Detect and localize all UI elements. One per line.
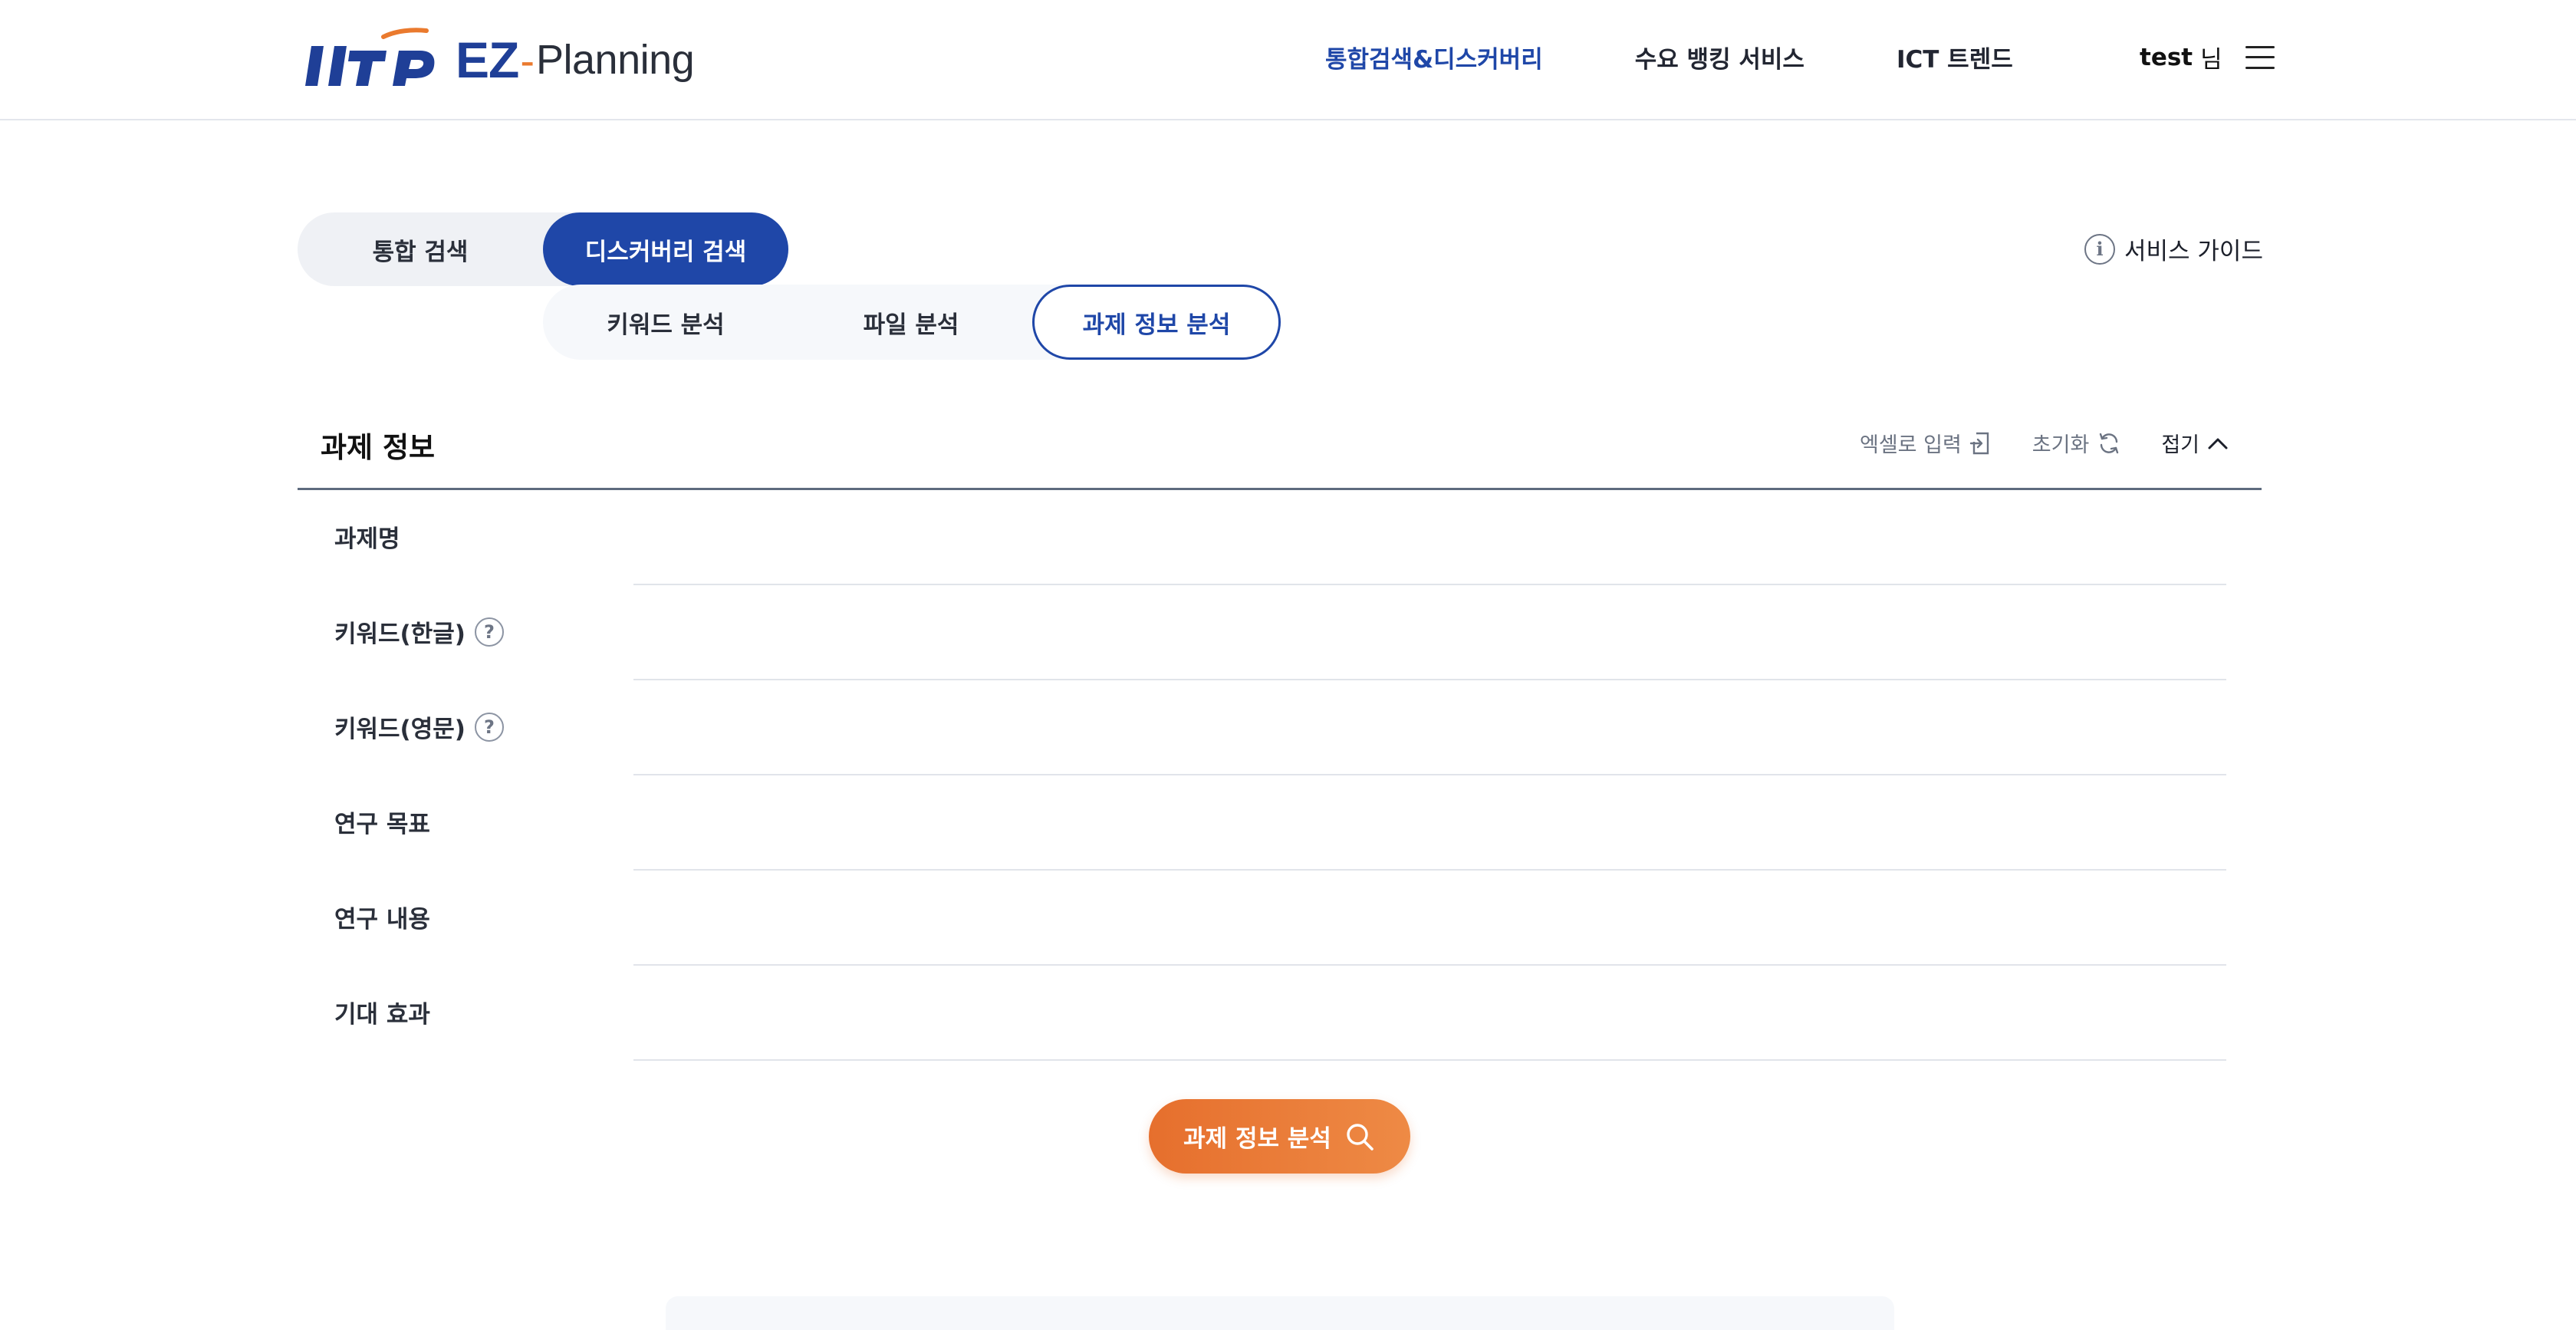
analyze-button-label: 과제 정보 분석	[1183, 1125, 1331, 1153]
brand-dash: -	[520, 35, 535, 84]
label-keyword-en: 키워드(영문)?	[334, 709, 504, 744]
service-guide-link[interactable]: i 서비스 가이드	[2084, 232, 2263, 266]
excel-input-label: 엑셀로 입력	[1860, 433, 1962, 457]
form-row-keyword-en: 키워드(영문)?	[298, 680, 2262, 775]
form-row-expected-effect: 기대 효과	[298, 966, 2262, 1061]
label-expected-effect: 기대 효과	[334, 1001, 430, 1029]
form-row-keyword-ko: 키워드(한글)?	[298, 585, 2262, 680]
fold-label: 접기	[2161, 433, 2200, 457]
info-icon: i	[2084, 233, 2115, 265]
main-nav: 통합검색&디스커버리 수요 뱅킹 서비스 ICT 트렌드	[1325, 40, 2105, 74]
results-panel	[666, 1296, 1894, 1330]
form-row-project-name: 과제명	[298, 490, 2262, 585]
iitp-logo[interactable]: EZ - Planning	[298, 28, 695, 92]
user-name[interactable]: test	[2140, 44, 2193, 71]
tab-discovery-search[interactable]: 디스커버리 검색	[543, 212, 788, 286]
nav-item-ict-trend[interactable]: ICT 트렌드	[1897, 40, 2013, 74]
keyword-en-input[interactable]	[633, 680, 2226, 775]
nav-item-demand-banking[interactable]: 수요 뱅킹 서비스	[1635, 40, 1805, 74]
research-content-input[interactable]	[633, 871, 2226, 966]
label-keyword-ko: 키워드(한글)?	[334, 614, 504, 649]
main-tabs: 통합 검색 디스커버리 검색	[298, 212, 788, 286]
excel-input-button[interactable]: 엑셀로 입력	[1860, 428, 1992, 458]
subtab-project-info-analysis[interactable]: 과제 정보 분석	[1032, 285, 1281, 360]
top-header: EZ - Planning 통합검색&디스커버리 수요 뱅킹 서비스 ICT 트…	[0, 0, 2576, 120]
project-info-analyze-button[interactable]: 과제 정보 분석	[1149, 1099, 1410, 1174]
expected-effect-input[interactable]	[633, 966, 2226, 1061]
brand-planning: Planning	[536, 37, 695, 83]
search-icon	[1344, 1121, 1376, 1153]
reset-button[interactable]: 초기화	[2032, 428, 2122, 458]
nav-item-integrated-search[interactable]: 통합검색&디스커버리	[1325, 40, 1543, 74]
subtab-file-analysis[interactable]: 파일 분석	[788, 285, 1034, 360]
label-research-content: 연구 내용	[334, 906, 430, 933]
form-row-research-goal: 연구 목표	[298, 775, 2262, 871]
tab-integrated-search[interactable]: 통합 검색	[298, 212, 543, 286]
sub-tabs: 키워드 분석 파일 분석 과제 정보 분석	[543, 285, 1281, 360]
file-import-icon	[1969, 431, 1992, 456]
reset-label: 초기화	[2032, 433, 2090, 457]
refresh-icon	[2097, 431, 2121, 456]
project-name-input[interactable]	[633, 490, 2226, 585]
section-actions: 엑셀로 입력 초기화 접기	[1860, 428, 2229, 458]
service-guide-label: 서비스 가이드	[2124, 238, 2263, 265]
chevron-up-icon	[2207, 436, 2229, 451]
section-title: 과제 정보	[321, 431, 436, 464]
fold-button[interactable]: 접기	[2161, 428, 2229, 458]
label-project-name: 과제명	[334, 525, 400, 553]
user-suffix: 님	[2200, 46, 2222, 74]
subtab-keyword-analysis[interactable]: 키워드 분석	[543, 285, 788, 360]
iitp-logo-icon	[305, 28, 435, 86]
brand-ez: EZ	[456, 31, 519, 88]
user-area: test 님	[2140, 40, 2275, 74]
hamburger-menu-icon[interactable]	[2245, 45, 2275, 69]
label-research-goal: 연구 목표	[334, 811, 430, 838]
help-icon[interactable]: ?	[474, 712, 504, 742]
research-goal-input[interactable]	[633, 775, 2226, 871]
keyword-ko-input[interactable]	[633, 585, 2226, 680]
help-icon[interactable]: ?	[474, 617, 504, 647]
form-row-research-content: 연구 내용	[298, 871, 2262, 966]
